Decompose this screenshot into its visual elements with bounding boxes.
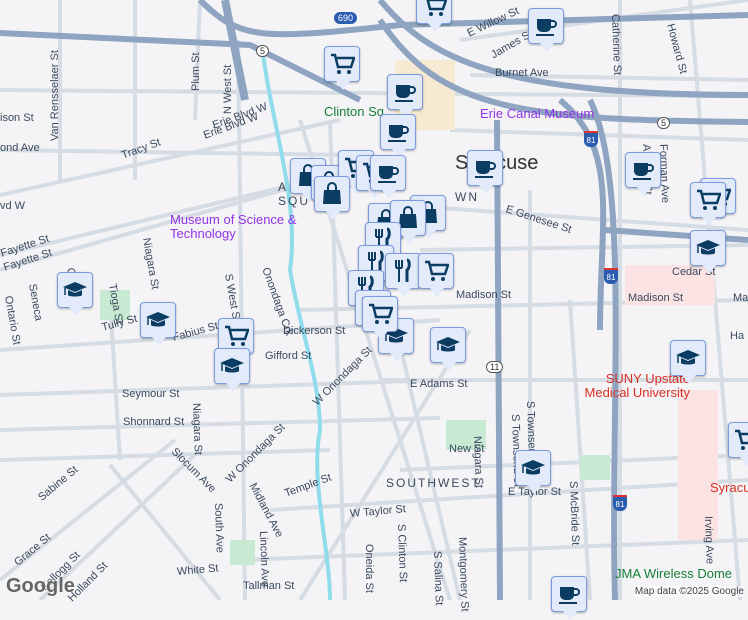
us11-shield: 11	[486, 361, 504, 373]
graduation-cap-icon	[696, 240, 720, 255]
street-label: Madison St	[628, 292, 684, 304]
coffee-cup-icon	[395, 85, 416, 102]
street-label: vd W	[0, 200, 26, 212]
shopping-cart-icon	[331, 53, 355, 74]
coffee-cup-icon	[633, 163, 654, 180]
syracuse-hospital-label[interactable]: Syracu	[710, 480, 748, 495]
coffee-cup-icon	[559, 587, 580, 604]
map-marker-graduation-cap[interactable]	[515, 450, 551, 494]
graduation-cap-icon	[63, 282, 87, 297]
i690-shield: 690	[334, 12, 358, 24]
graduation-cap-icon	[146, 312, 170, 327]
street-label: Seymour St	[122, 388, 180, 400]
i81-shield: 81	[584, 131, 598, 147]
erie-canal-museum-label[interactable]: Erie Canal Museum	[480, 106, 594, 121]
restaurant-icon	[395, 258, 411, 282]
street-label: Plum St	[190, 52, 202, 91]
shopping-cart-icon	[697, 189, 721, 210]
map-marker-shopping-cart[interactable]	[362, 296, 398, 340]
street-label: S Clinton St	[395, 523, 410, 583]
street-label: Oneida St	[363, 544, 375, 593]
street-label: Burnet Ave	[495, 67, 549, 79]
route-5-shield: 5	[256, 45, 270, 57]
shopping-cart-icon	[425, 260, 449, 281]
map-marker-graduation-cap[interactable]	[690, 230, 726, 274]
coffee-cup-icon	[475, 161, 496, 178]
map-marker-restaurant[interactable]	[385, 253, 421, 297]
shopping-cart-icon	[225, 325, 249, 346]
street-label: Ha	[730, 330, 745, 342]
street-label: Catherine St	[609, 13, 624, 76]
map-marker-shopping-cart[interactable]	[324, 46, 360, 90]
street-label: Lincoln Ave	[257, 530, 271, 588]
street-label: Madison St	[456, 289, 512, 301]
graduation-cap-icon	[436, 337, 460, 352]
route-5-shield: 5	[657, 117, 671, 129]
graduation-cap-icon	[220, 358, 244, 373]
district-southwest-label: SOUTHWEST	[386, 476, 481, 490]
street-label: N West St	[222, 64, 234, 114]
museum-of-science-label[interactable]: Museum of Science & Technology	[170, 213, 300, 241]
street-label: Gifford St	[265, 350, 312, 362]
shopping-cart-icon	[735, 429, 748, 450]
coffee-cup-icon	[388, 125, 409, 142]
map-marker-graduation-cap[interactable]	[57, 272, 93, 316]
coffee-cup-icon	[536, 19, 557, 36]
shopping-bag-icon	[323, 182, 341, 204]
street-label: Tallman St	[243, 580, 295, 592]
i81-shield: 81	[613, 495, 627, 511]
street-label: Van Rensselaer St	[49, 50, 61, 141]
street-label: Shonnard St	[123, 416, 185, 428]
map-marker-coffee-cup[interactable]	[551, 576, 587, 620]
map-attribution[interactable]: Map data ©2025 Google	[634, 586, 744, 597]
map-marker-graduation-cap[interactable]	[214, 348, 250, 392]
map-marker-coffee-cup[interactable]	[625, 152, 661, 196]
street-label: ison St	[0, 112, 34, 124]
street-label: Montgomery St	[456, 536, 471, 612]
map-marker-shopping-cart[interactable]	[416, 0, 452, 32]
street-label: Ma	[733, 292, 748, 304]
map-marker-graduation-cap[interactable]	[670, 340, 706, 384]
map-marker-coffee-cup[interactable]	[528, 8, 564, 52]
street-label: S Salina St	[431, 550, 445, 606]
street-label: Irving Ave	[702, 515, 716, 565]
street-label: E Adams St	[410, 378, 468, 390]
suny-upstate-label[interactable]: SUNY Upstate Medical University	[570, 372, 690, 400]
map-marker-graduation-cap[interactable]	[140, 302, 176, 346]
map-marker-coffee-cup[interactable]	[387, 74, 423, 118]
map-marker-graduation-cap[interactable]	[430, 327, 466, 371]
google-logo: Google	[6, 575, 75, 597]
shopping-cart-icon	[426, 0, 447, 16]
map-marker-coffee-cup[interactable]	[380, 114, 416, 158]
map-marker-shopping-cart[interactable]	[728, 422, 748, 466]
map-marker-shopping-cart[interactable]	[418, 253, 454, 297]
district-downtown-label: WN	[455, 190, 479, 204]
shopping-cart-icon	[369, 303, 393, 324]
street-label: S McBride St	[567, 480, 582, 546]
graduation-cap-icon	[676, 350, 700, 365]
jma-wireless-dome-label[interactable]: JMA Wireless Dome	[615, 566, 732, 581]
map-marker-coffee-cup[interactable]	[467, 150, 503, 194]
street-label: Niagara St	[190, 402, 204, 456]
street-label: South Ave	[212, 502, 226, 554]
map-marker-shopping-bag[interactable]	[314, 176, 350, 220]
street-label: ond Ave	[0, 142, 40, 154]
clinton-square-label[interactable]: Clinton Sq	[324, 104, 384, 119]
coffee-cup-icon	[378, 166, 399, 183]
graduation-cap-icon	[521, 460, 545, 475]
map-marker-coffee-cup[interactable]	[370, 155, 406, 199]
i81-shield: 81	[604, 268, 618, 284]
map-marker-shopping-cart[interactable]	[690, 182, 726, 226]
